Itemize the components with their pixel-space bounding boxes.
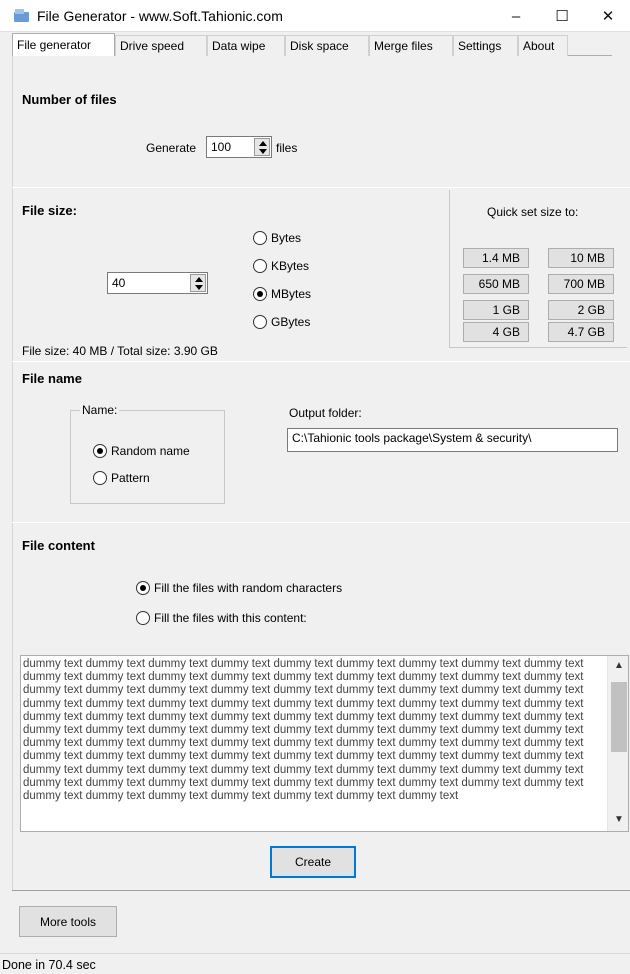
tab-data-wipe[interactable]: Data wipe	[207, 35, 285, 56]
random-characters-radio[interactable]: Fill the files with random characters	[136, 581, 342, 595]
file-size-spinner[interactable]: 40	[107, 272, 208, 294]
generate-label: Generate	[146, 141, 197, 155]
file-size-summary: File size: 40 MB / Total size: 3.90 GB	[22, 344, 218, 358]
pattern-label: Pattern	[111, 471, 150, 485]
app-icon	[14, 9, 29, 22]
unit-kbytes-label: KBytes	[271, 259, 310, 273]
status-bar: Done in 70.4 sec	[0, 953, 630, 974]
content-textarea[interactable]: dummy text dummy text dummy text dummy t…	[20, 655, 629, 832]
arrow-down-icon[interactable]	[259, 149, 267, 154]
radio-icon	[136, 611, 150, 625]
tab-disk-space[interactable]: Disk space	[285, 35, 369, 56]
tab-file-generator[interactable]: File generator	[12, 33, 115, 57]
radio-selected-icon	[136, 581, 150, 595]
arrow-up-icon[interactable]	[259, 141, 267, 146]
more-tools-button[interactable]: More tools	[19, 906, 117, 937]
quick-set-650mb-button[interactable]: 650 MB	[463, 274, 529, 294]
random-characters-label: Fill the files with random characters	[154, 581, 343, 595]
scroll-up-icon[interactable]: ▲	[614, 660, 624, 671]
quick-set-2gb-button[interactable]: 2 GB	[548, 300, 614, 320]
name-group-label: Name:	[80, 403, 120, 417]
maximize-button[interactable]: ☐	[539, 0, 585, 32]
window-title: File Generator - www.Soft.Tahionic.com	[37, 8, 283, 24]
unit-kbytes-radio[interactable]: KBytes	[253, 259, 309, 273]
section-divider	[12, 187, 630, 188]
quick-set-1gb-button[interactable]: 1 GB	[463, 300, 529, 320]
unit-mbytes-radio[interactable]: MBytes	[253, 287, 311, 301]
unit-mbytes-label: MBytes	[271, 287, 312, 301]
custom-content-label: Fill the files with this content:	[154, 611, 307, 625]
unit-bytes-radio[interactable]: Bytes	[253, 231, 301, 245]
close-button[interactable]: ✕	[585, 0, 630, 32]
quick-set-title: Quick set size to:	[487, 205, 579, 219]
output-folder-input[interactable]: C:\Tahionic tools package\System & secur…	[287, 428, 618, 452]
random-name-label: Random name	[111, 444, 190, 458]
arrow-up-icon[interactable]	[195, 277, 203, 282]
number-of-files-title: Number of files	[22, 92, 117, 107]
radio-icon	[253, 231, 267, 245]
quick-set-4gb-button[interactable]: 4 GB	[463, 322, 529, 342]
scroll-down-icon[interactable]: ▼	[614, 814, 624, 825]
file-count-value: 100	[211, 140, 232, 154]
file-size-value: 40	[112, 276, 126, 290]
unit-bytes-label: Bytes	[271, 231, 302, 245]
file-count-stepper[interactable]	[254, 138, 270, 156]
radio-icon	[253, 315, 267, 329]
quick-set-4-7gb-button[interactable]: 4.7 GB	[548, 322, 614, 342]
tab-drive-speed[interactable]: Drive speed	[115, 35, 207, 56]
create-button[interactable]: Create	[270, 846, 356, 878]
output-folder-label: Output folder:	[289, 406, 362, 420]
custom-content-radio[interactable]: Fill the files with this content:	[136, 611, 307, 625]
random-name-radio[interactable]: Random name	[93, 444, 190, 458]
section-divider	[12, 361, 630, 362]
minimize-button[interactable]: –	[493, 0, 539, 32]
section-divider	[12, 522, 630, 523]
file-name-title: File name	[22, 371, 82, 386]
radio-selected-icon	[93, 444, 107, 458]
unit-gbytes-radio[interactable]: GBytes	[253, 315, 310, 329]
tab-settings[interactable]: Settings	[453, 35, 518, 56]
quick-set-10mb-button[interactable]: 10 MB	[548, 248, 614, 268]
radio-icon	[93, 471, 107, 485]
file-size-title: File size:	[22, 203, 77, 218]
vertical-scrollbar[interactable]: ▲ ▼	[607, 656, 628, 831]
file-size-stepper[interactable]	[190, 274, 206, 292]
radio-icon	[253, 259, 267, 273]
unit-gbytes-label: GBytes	[271, 315, 311, 329]
quick-set-700mb-button[interactable]: 700 MB	[548, 274, 614, 294]
status-text: Done in 70.4 sec	[2, 958, 96, 972]
title-bar: File Generator - www.Soft.Tahionic.com –…	[0, 0, 630, 32]
files-label: files	[276, 141, 298, 155]
tab-merge-files[interactable]: Merge files	[369, 35, 453, 56]
file-content-title: File content	[22, 538, 95, 553]
content-text: dummy text dummy text dummy text dummy t…	[23, 658, 584, 803]
arrow-down-icon[interactable]	[195, 285, 203, 290]
quick-set-1-4mb-button[interactable]: 1.4 MB	[463, 248, 529, 268]
scrollbar-thumb[interactable]	[611, 682, 627, 752]
file-count-spinner[interactable]: 100	[206, 136, 272, 158]
radio-selected-icon	[253, 287, 267, 301]
tab-about[interactable]: About	[518, 35, 568, 56]
pattern-radio[interactable]: Pattern	[93, 471, 150, 485]
